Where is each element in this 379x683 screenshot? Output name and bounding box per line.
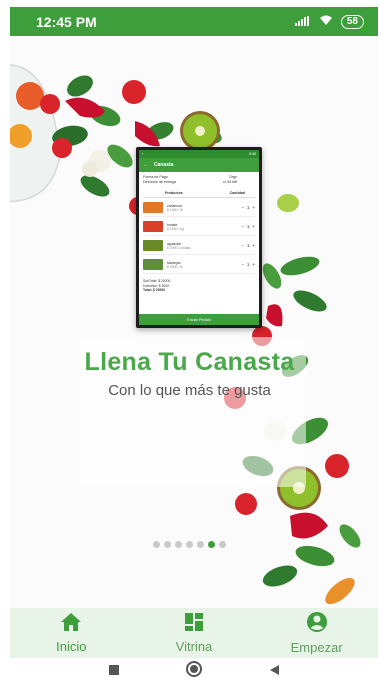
nav-item-vitrina[interactable]: Vitrina xyxy=(144,612,244,654)
cart-preview-image: ▪ 8:45 ← Canasta Forma de Pago Orgn Direc… xyxy=(136,147,262,328)
home-button-icon[interactable] xyxy=(186,661,202,682)
plus-icon: + xyxy=(252,262,255,267)
page-dot[interactable] xyxy=(197,541,204,548)
item-qty: 1 xyxy=(246,224,250,229)
nav-label-empezar: Empezar xyxy=(290,640,343,655)
recents-icon[interactable] xyxy=(108,663,120,681)
item-price: $ 1000 / lb xyxy=(167,207,183,212)
nav-item-inicio[interactable]: Inicio xyxy=(21,612,121,654)
list-item: aguacate $ 7000 / unidad −1 + xyxy=(143,237,255,255)
system-navigation-bar xyxy=(10,660,378,683)
item-qty: 1 xyxy=(246,205,250,210)
nav-item-empezar[interactable]: Empezar xyxy=(267,611,367,655)
wifi-icon xyxy=(319,15,333,29)
page-dot[interactable] xyxy=(164,541,171,548)
list-item: tomate $ 1500 / kg −1 + xyxy=(143,218,255,236)
item-price: $ 3000 / lb xyxy=(167,264,183,269)
app-screen: 12:45 PM 58 ▪ 8:45 ← Canasta Forma de Pa… xyxy=(0,0,379,683)
minus-icon: − xyxy=(241,262,244,267)
preview-title: Canasta xyxy=(154,162,174,168)
battery-indicator: 58 xyxy=(340,14,364,29)
preview-status-left: ▪ xyxy=(142,152,144,156)
page-dot-active[interactable] xyxy=(208,541,215,548)
account-circle-icon xyxy=(306,611,328,638)
bottom-navigation: Inicio Vitrina Empezar xyxy=(10,608,378,658)
nav-label-vitrina: Vitrina xyxy=(175,639,213,654)
item-price: $ 1500 / kg xyxy=(167,226,184,231)
minus-icon: − xyxy=(241,205,244,210)
signal-icon xyxy=(294,15,311,29)
status-time: 12:45 PM xyxy=(36,13,97,30)
preview-header: ← Canasta xyxy=(139,158,259,172)
page-dot[interactable] xyxy=(186,541,193,548)
avocado-thumbnail xyxy=(143,240,163,251)
back-icon[interactable] xyxy=(268,663,280,681)
item-qty: 1 xyxy=(246,243,250,248)
minus-icon: − xyxy=(241,224,244,229)
page-title: Llena Tu Canasta xyxy=(84,348,295,376)
item-price: $ 7000 / unidad xyxy=(167,245,191,250)
col-quantity: Cantidad xyxy=(229,191,245,195)
page-dot[interactable] xyxy=(175,541,182,548)
nav-label-inicio: Inicio xyxy=(56,639,87,654)
col-products: Productos xyxy=(165,191,183,195)
dashboard-icon xyxy=(184,612,204,637)
home-icon xyxy=(60,612,82,637)
page-dot[interactable] xyxy=(153,541,160,548)
list-item: Naranjas $ 3000 / lb −1 + xyxy=(143,256,255,274)
total: Total: $ 23000 xyxy=(143,288,166,292)
plus-icon: + xyxy=(252,224,255,229)
send-order-button: Enviar Pedido xyxy=(139,314,259,325)
item-qty: 1 xyxy=(246,262,250,267)
page-subtitle: Con lo que más te gusta xyxy=(108,382,271,399)
plus-icon: + xyxy=(252,205,255,210)
pagination-dots xyxy=(0,541,379,548)
carrot-thumbnail xyxy=(143,202,163,213)
page-dot[interactable] xyxy=(219,541,226,548)
orange-thumbnail xyxy=(143,259,163,270)
list-item: zanahoria $ 1000 / lb −1 + xyxy=(143,199,255,217)
preview-order-info: Forma de Pago Orgn Dirección de entrega cr… xyxy=(139,172,259,185)
plus-icon: + xyxy=(252,243,255,248)
preview-status-bar: ▪ 8:45 xyxy=(139,150,259,158)
preview-table-header: Productos Cantidad xyxy=(143,185,255,198)
status-icons: 58 xyxy=(294,14,364,29)
address-label: Dirección de entrega xyxy=(143,180,177,184)
status-bar: 12:45 PM 58 xyxy=(10,7,378,36)
address-value: cr 34 #5t xyxy=(223,180,237,184)
back-arrow-icon: ← xyxy=(143,162,148,168)
tomato-thumbnail xyxy=(143,221,163,232)
preview-totals: SubTotal: $ 20000 Domicilio: $ 3000 Tota… xyxy=(139,275,259,293)
minus-icon: − xyxy=(241,243,244,248)
preview-status-time: 8:45 xyxy=(249,152,256,156)
